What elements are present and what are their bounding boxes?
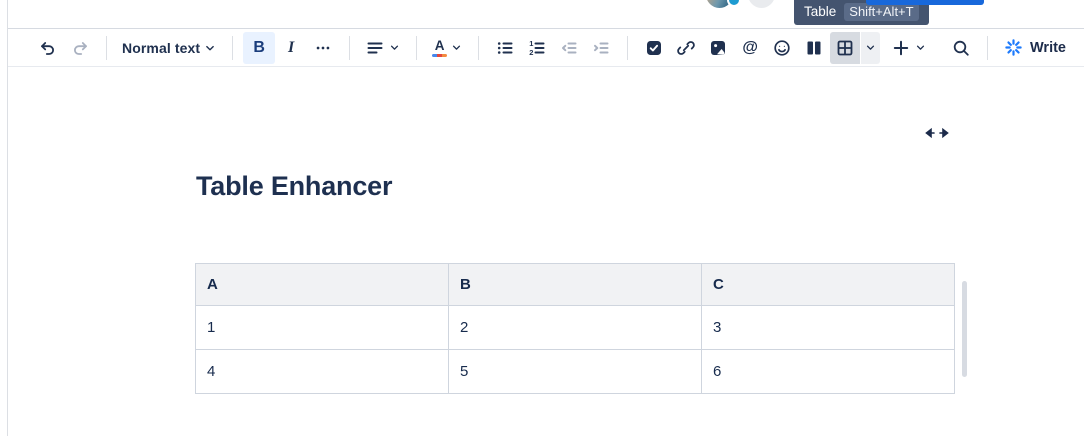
- more-horizontal-icon: [314, 39, 332, 57]
- page-width-toggle[interactable]: [921, 124, 953, 142]
- editor-screen: Table Shift+Alt+T Normal text: [0, 0, 1084, 436]
- text-color-dropdown[interactable]: A: [427, 32, 468, 64]
- task-list-button[interactable]: [638, 32, 670, 64]
- ai-write-button[interactable]: Write: [998, 32, 1072, 64]
- find-button[interactable]: [945, 32, 977, 64]
- table-button[interactable]: [830, 32, 860, 64]
- media-button[interactable]: [702, 32, 734, 64]
- link-icon: [676, 38, 696, 58]
- text-style-dropdown[interactable]: Normal text: [117, 32, 222, 64]
- table-icon: [835, 38, 855, 58]
- link-button[interactable]: [670, 32, 702, 64]
- expand-width-icon: [923, 126, 951, 140]
- search-icon: [951, 38, 971, 58]
- ai-write-label: Write: [1030, 40, 1066, 56]
- toolbar-divider: [232, 36, 233, 60]
- indent-icon: [591, 38, 611, 58]
- table-row: 456: [196, 350, 955, 394]
- mention-icon: @: [742, 39, 758, 57]
- text-color-icon: A: [432, 39, 447, 57]
- svg-text:2: 2: [529, 48, 533, 57]
- numbered-list-icon: 1 2: [527, 38, 547, 58]
- toolbar-divider: [627, 36, 628, 60]
- ai-sparkle-icon: [1004, 38, 1023, 57]
- toolbar-divider: [349, 36, 350, 60]
- more-formatting-button[interactable]: [307, 32, 339, 64]
- table-cell[interactable]: 3: [702, 306, 955, 350]
- chevron-down-icon: [914, 41, 927, 54]
- emoji-icon: [772, 38, 792, 58]
- italic-button[interactable]: I: [275, 32, 307, 64]
- outdent-button[interactable]: [553, 32, 585, 64]
- emoji-button[interactable]: [766, 32, 798, 64]
- editor-toolbar: Normal text B I: [8, 29, 1084, 67]
- table-header-cell[interactable]: B: [449, 264, 702, 306]
- chevron-down-icon: [388, 41, 401, 54]
- table-cell[interactable]: 6: [702, 350, 955, 394]
- table-cell[interactable]: 1: [196, 306, 449, 350]
- task-checkbox-icon: [644, 38, 664, 58]
- bold-icon: B: [253, 39, 265, 57]
- align-left-icon: [365, 38, 385, 58]
- redo-icon: [70, 38, 90, 58]
- undo-icon: [38, 38, 58, 58]
- table-split-button: [830, 32, 880, 64]
- mention-button[interactable]: @: [734, 32, 766, 64]
- table-cell[interactable]: 4: [196, 350, 449, 394]
- table-header-row: ABC: [196, 264, 955, 306]
- tooltip-label: Table: [804, 4, 836, 19]
- table-cell[interactable]: 2: [449, 306, 702, 350]
- bullet-list-button[interactable]: [489, 32, 521, 64]
- table-options-chevron[interactable]: [861, 32, 880, 64]
- insert-dropdown[interactable]: [886, 32, 932, 64]
- bold-button[interactable]: B: [243, 32, 275, 64]
- chevron-down-icon: [203, 41, 217, 55]
- avatar-placeholder[interactable]: [748, 0, 775, 8]
- content-table: ABC 123456: [195, 263, 955, 394]
- chevron-down-icon: [864, 41, 877, 54]
- align-dropdown[interactable]: [360, 32, 406, 64]
- layout-button[interactable]: [798, 32, 830, 64]
- publish-button-edge[interactable]: [866, 0, 984, 5]
- svg-text:1: 1: [529, 39, 533, 48]
- table-resize-handle[interactable]: [962, 281, 967, 377]
- redo-button[interactable]: [64, 32, 96, 64]
- outdent-icon: [559, 38, 579, 58]
- table-body: 123456: [196, 306, 955, 394]
- chevron-down-icon: [450, 41, 463, 54]
- numbered-list-button[interactable]: 1 2: [521, 32, 553, 64]
- toolbar-divider: [416, 36, 417, 60]
- plus-icon: [891, 38, 911, 58]
- columns-layout-icon: [804, 38, 824, 58]
- italic-icon: I: [288, 39, 294, 57]
- undo-button[interactable]: [32, 32, 64, 64]
- bullet-list-icon: [495, 38, 515, 58]
- table-cell[interactable]: 5: [449, 350, 702, 394]
- table-header-cell[interactable]: C: [702, 264, 955, 306]
- tooltip-shortcut: Shift+Alt+T: [844, 3, 918, 21]
- toolbar-divider: [106, 36, 107, 60]
- image-icon: [708, 38, 728, 58]
- avatar-status-badge: [727, 0, 741, 7]
- indent-button[interactable]: [585, 32, 617, 64]
- table-header-cell[interactable]: A: [196, 264, 449, 306]
- page-title[interactable]: Table Enhancer: [196, 171, 392, 202]
- toolbar-divider: [987, 36, 988, 60]
- table-row: 123: [196, 306, 955, 350]
- toolbar-divider: [478, 36, 479, 60]
- text-style-label: Normal text: [122, 40, 200, 56]
